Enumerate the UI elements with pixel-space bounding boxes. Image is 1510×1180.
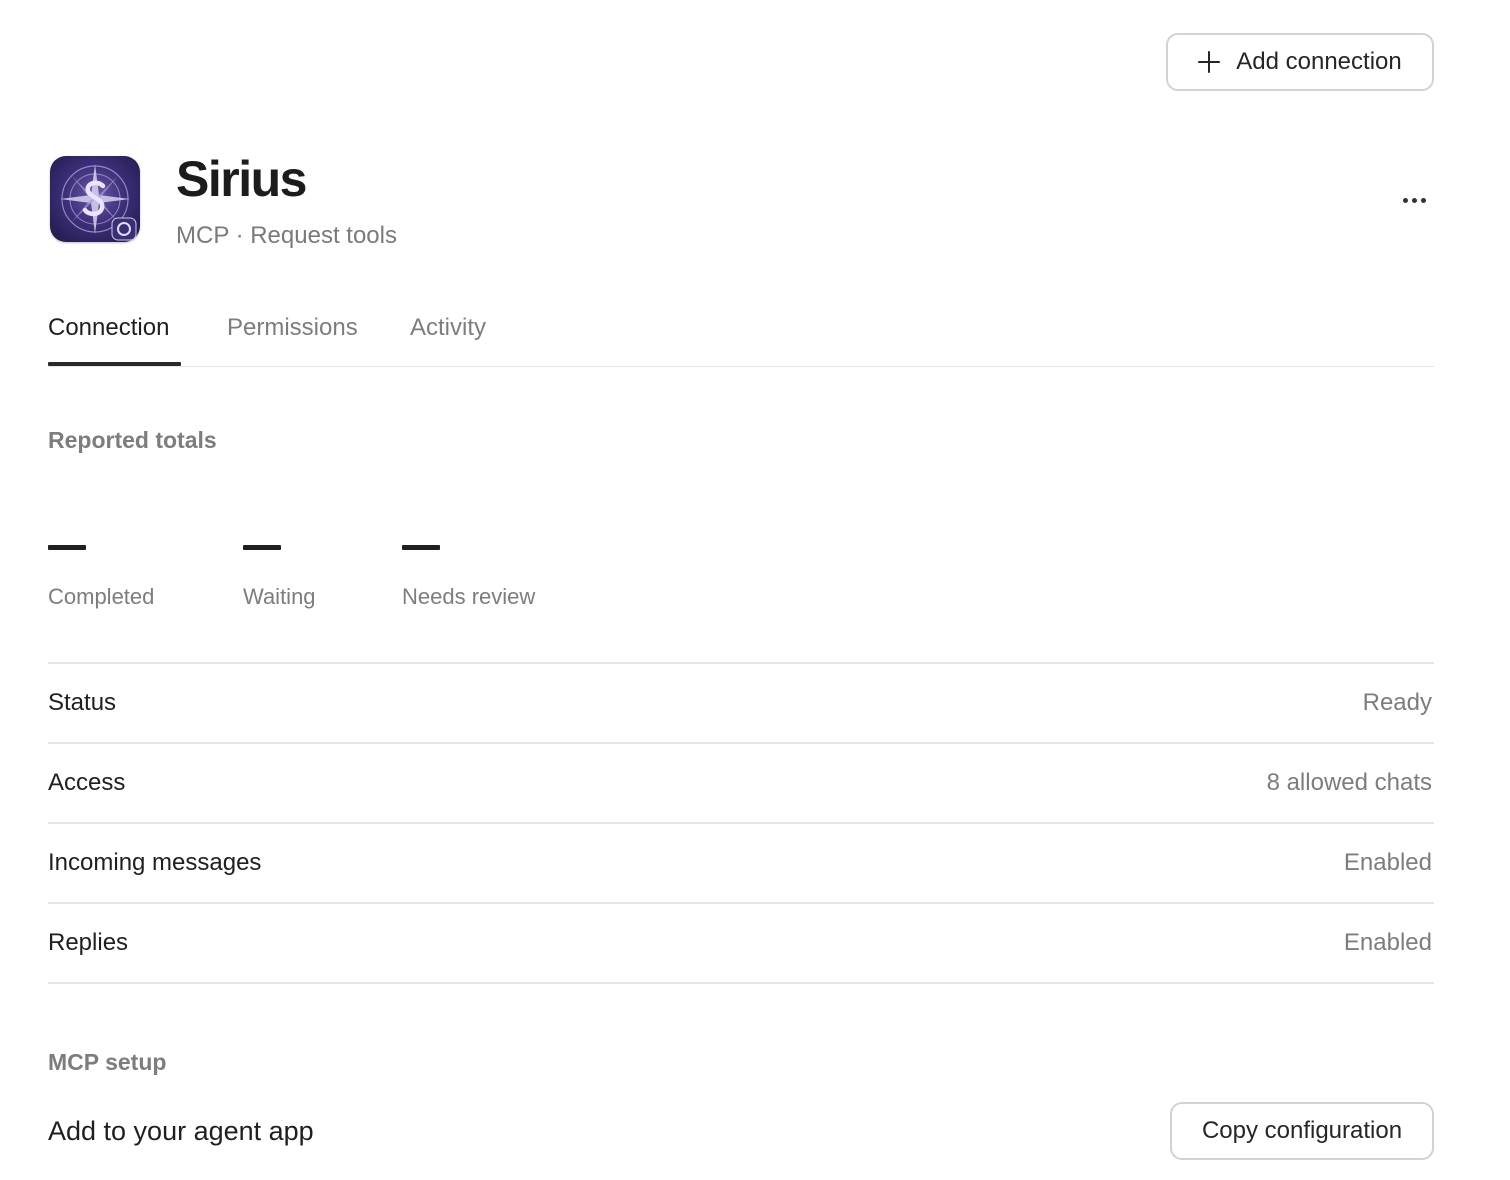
detail-row-replies: Replies Enabled [48, 904, 1434, 984]
row-label: Incoming messages [48, 849, 262, 876]
stat-needs-review: Needs review [402, 530, 535, 609]
row-value: Enabled [1343, 929, 1432, 956]
stat-value-empty [48, 545, 86, 550]
dot [1420, 197, 1426, 203]
detail-row-status: Status Ready [48, 664, 1434, 744]
row-label: Access [48, 769, 126, 796]
copy-configuration-button[interactable]: Copy configuration [1170, 1102, 1434, 1160]
dot [1411, 197, 1417, 203]
active-tab-indicator [48, 362, 181, 366]
plus-icon [1198, 51, 1221, 73]
stat-value-empty [243, 545, 281, 550]
tab-activity[interactable]: Activity [410, 314, 486, 342]
dot [1402, 197, 1408, 203]
app-title: Sirius [176, 151, 307, 207]
tab-permissions[interactable]: Permissions [227, 314, 358, 342]
add-connection-label: Add connection [1236, 48, 1402, 75]
add-to-agent-label: Add to your agent app [48, 1116, 314, 1146]
mcp-setup-heading: MCP setup [48, 1049, 167, 1075]
more-options-icon[interactable] [1392, 185, 1436, 215]
detail-row-incoming-messages: Incoming messages Enabled [48, 824, 1434, 904]
row-value: Enabled [1343, 849, 1432, 876]
stat-label: Waiting [243, 584, 316, 609]
tab-bar: Connection Permissions Activity [48, 300, 1434, 367]
stat-completed: Completed [48, 530, 154, 609]
stat-value-empty [402, 545, 440, 550]
details-list: Status Ready Access 8 allowed chats Inco… [48, 662, 1434, 984]
reported-totals-heading: Reported totals [48, 427, 217, 453]
tab-connection[interactable]: Connection [48, 314, 169, 342]
stat-label: Completed [48, 584, 155, 609]
row-value: 8 allowed chats [1266, 769, 1432, 796]
stat-waiting: Waiting [243, 530, 316, 609]
add-connection-button[interactable]: Add connection [1166, 33, 1434, 91]
row-label: Replies [48, 929, 129, 956]
stat-label: Needs review [402, 584, 536, 609]
app-logo-icon [50, 156, 140, 242]
row-value: Ready [1362, 689, 1432, 716]
app-subtitle: MCP · Request tools [176, 222, 397, 249]
detail-row-access: Access 8 allowed chats [48, 744, 1434, 824]
row-label: Status [48, 689, 117, 716]
